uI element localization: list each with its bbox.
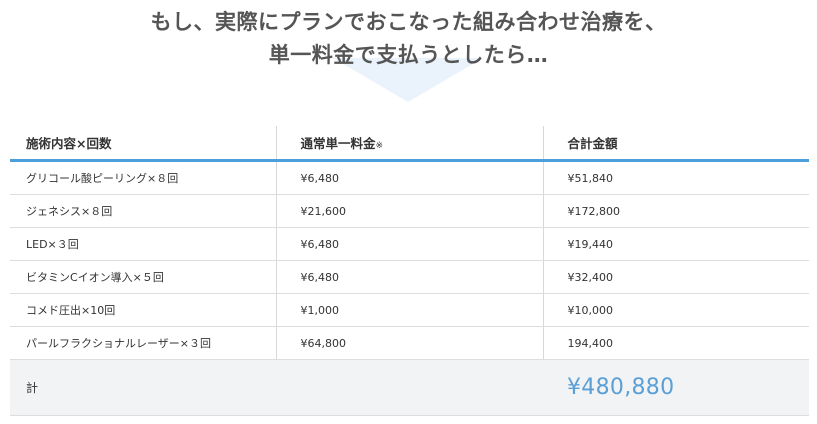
total-spacer: [276, 359, 543, 416]
table-row: グリコール酸ピーリング×８回 ¥6,480 ¥51,840: [10, 160, 809, 195]
table-body: グリコール酸ピーリング×８回 ¥6,480 ¥51,840 ジェネシス×８回 ¥…: [10, 160, 809, 360]
cell-unit-price: ¥6,480: [275, 260, 543, 294]
header-treatment-label: 施術内容×回数: [26, 136, 112, 151]
cell-treatment: パールフラクショナルレーザー×３回: [10, 326, 276, 360]
header-treatment: 施術内容×回数: [10, 126, 276, 162]
cell-unit-price: ¥6,480: [275, 160, 543, 195]
cell-total: ¥19,440: [542, 227, 809, 261]
cell-total: ¥51,840: [542, 160, 809, 195]
cell-total: ¥172,800: [542, 194, 809, 228]
header-row: 施術内容×回数 通常単一料金※ 合計金額: [10, 126, 809, 162]
total-label: 計: [10, 359, 276, 416]
cell-unit-price: ¥64,800: [275, 326, 543, 360]
header-unit-price-note: ※: [375, 141, 384, 151]
table-row: ジェネシス×８回 ¥21,600 ¥172,800: [10, 194, 809, 228]
cell-treatment: ジェネシス×８回: [10, 194, 276, 228]
table-row: コメド圧出×10回 ¥1,000 ¥10,000: [10, 293, 809, 327]
header-total-label: 合計金額: [567, 136, 618, 151]
table-header: 施術内容×回数 通常単一料金※ 合計金額: [10, 126, 809, 162]
cell-unit-price: ¥6,480: [275, 227, 543, 261]
cell-unit-price: ¥1,000: [275, 293, 543, 327]
table-footer: 計 ¥480,880: [10, 359, 809, 416]
heading-line-2: 単一料金で支払うとしたら…: [268, 43, 549, 67]
header-total: 合計金額: [542, 126, 809, 162]
table-row: ビタミンCイオン導入×５回 ¥6,480 ¥32,400: [10, 260, 809, 294]
cell-treatment: グリコール酸ピーリング×８回: [10, 160, 276, 195]
header-unit-price-label: 通常単一料金: [300, 136, 376, 151]
cell-treatment: コメド圧出×10回: [10, 293, 276, 327]
grand-total: ¥480,880: [543, 359, 809, 416]
table-row: パールフラクショナルレーザー×３回 ¥64,800 194,400: [10, 326, 809, 360]
cell-total: 194,400: [542, 326, 809, 360]
price-comparison-table: 施術内容×回数 通常単一料金※ 合計金額 グリコール酸ピーリング×８回 ¥6,4…: [10, 126, 809, 416]
cell-treatment: LED×３回: [10, 227, 276, 261]
cell-total: ¥10,000: [542, 293, 809, 327]
section-heading: もし、実際にプランでおこなった組み合わせ治療を、 単一料金で支払うとしたら…: [0, 6, 817, 72]
cell-treatment: ビタミンCイオン導入×５回: [10, 260, 276, 294]
total-row: 計 ¥480,880: [10, 359, 809, 416]
cell-unit-price: ¥21,600: [275, 194, 543, 228]
cell-total: ¥32,400: [542, 260, 809, 294]
heading-line-1: もし、実際にプランでおこなった組み合わせ治療を、: [150, 10, 667, 34]
table-row: LED×３回 ¥6,480 ¥19,440: [10, 227, 809, 261]
header-unit-price: 通常単一料金※: [275, 126, 543, 162]
